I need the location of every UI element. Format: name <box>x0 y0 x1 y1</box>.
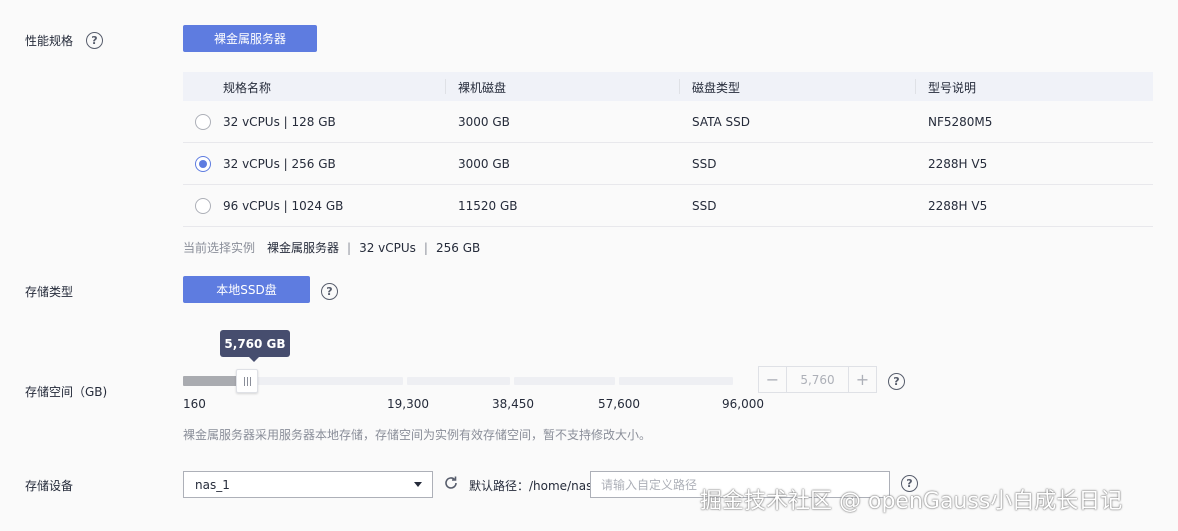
watermark: 掘金技术社区 @ openGauss小白成长日记 <box>700 489 1123 514</box>
slider-value-tooltip: 5,760 GB <box>220 330 290 362</box>
storage-device-label: 存储设备 <box>25 479 74 493</box>
spec-table-header: 规格名称 裸机磁盘 磁盘类型 型号说明 <box>183 72 1153 101</box>
perf-label: 性能规格 <box>25 34 74 48</box>
spec-radio-1[interactable] <box>195 113 211 130</box>
slider-tick-min: 160 <box>183 397 206 411</box>
slider-track-segment-2[interactable] <box>407 377 510 385</box>
slider-tick-3: 38,450 <box>492 397 534 411</box>
storage-space-label: 存储空间（GB) <box>25 385 108 399</box>
current-kind: 裸金属服务器 <box>267 241 340 255</box>
spec-name: 32 vCPUs | 128 GB <box>223 114 336 129</box>
storage-type-label: 存储类型 <box>25 285 74 299</box>
slider-handle[interactable] <box>236 369 259 393</box>
chevron-down-icon <box>414 482 422 487</box>
stepper-value[interactable]: 5,760 <box>786 367 849 392</box>
current-selection: 当前选择实例 裸金属服务器 | 32 vCPUs | 256 GB <box>183 240 481 256</box>
refresh-icon[interactable] <box>443 475 459 491</box>
col-disk-header: 裸机磁盘 <box>458 81 507 95</box>
spec-row-3[interactable]: 96 vCPUs | 1024 GB 11520 GB SSD 2288H V5 <box>183 185 1153 227</box>
perf-help-icon[interactable]: ? <box>86 32 103 49</box>
spec-row-1[interactable]: 32 vCPUs | 128 GB 3000 GB SATA SSD NF528… <box>183 101 1153 143</box>
spec-radio-3[interactable] <box>195 197 211 214</box>
spec-model: NF5280M5 <box>928 114 993 129</box>
current-cpu: 32 vCPUs <box>359 240 416 255</box>
spec-disk-type: SATA SSD <box>692 114 751 129</box>
spec-disk-type: SSD <box>692 156 717 171</box>
storage-device-selected: nas_1 <box>195 477 230 492</box>
spec-disk: 3000 GB <box>458 156 510 171</box>
slider-tick-4: 57,600 <box>598 397 640 411</box>
spec-disk: 11520 GB <box>458 198 518 213</box>
storage-space-help-icon[interactable]: ? <box>888 373 905 390</box>
spec-model: 2288H V5 <box>928 156 988 171</box>
stepper-increment-button[interactable]: + <box>849 367 876 392</box>
storage-type-help-icon[interactable]: ? <box>321 283 338 300</box>
storage-device-select[interactable]: nas_1 <box>183 471 433 498</box>
current-selection-label: 当前选择实例 <box>183 241 256 255</box>
default-path-label: 默认路径：/home/nas <box>469 479 593 493</box>
spec-table: 规格名称 裸机磁盘 磁盘类型 型号说明 32 vCPUs | 128 GB 30… <box>183 72 1153 227</box>
storage-space-note: 裸金属服务器采用服务器本地存储，存储空间为实例有效存储空间，暂不支持修改大小。 <box>183 428 652 442</box>
spec-disk-type: SSD <box>692 198 717 213</box>
stepper-decrement-button[interactable]: − <box>759 367 786 392</box>
spec-name: 96 vCPUs | 1024 GB <box>223 198 344 213</box>
spec-disk: 3000 GB <box>458 114 510 129</box>
col-type-header: 磁盘类型 <box>692 81 741 95</box>
slider-track-segment-4[interactable] <box>619 377 733 385</box>
storage-stepper: − 5,760 + <box>758 366 877 393</box>
spec-row-2[interactable]: 32 vCPUs | 256 GB 3000 GB SSD 2288H V5 <box>183 143 1153 185</box>
col-model-header: 型号说明 <box>928 81 977 95</box>
current-mem: 256 GB <box>435 240 481 255</box>
slider-track-segment-3[interactable] <box>514 377 615 385</box>
spec-name: 32 vCPUs | 256 GB <box>223 156 336 171</box>
slider-tick-max: 96,000 <box>722 397 764 411</box>
bare-metal-tab-button[interactable]: 裸金属服务器 <box>183 25 317 52</box>
slider-tick-2: 19,300 <box>387 397 429 411</box>
local-ssd-button[interactable]: 本地SSD盘 <box>183 276 310 303</box>
spec-radio-2[interactable] <box>195 155 211 172</box>
spec-model: 2288H V5 <box>928 198 988 213</box>
col-spec-header: 规格名称 <box>223 81 272 95</box>
